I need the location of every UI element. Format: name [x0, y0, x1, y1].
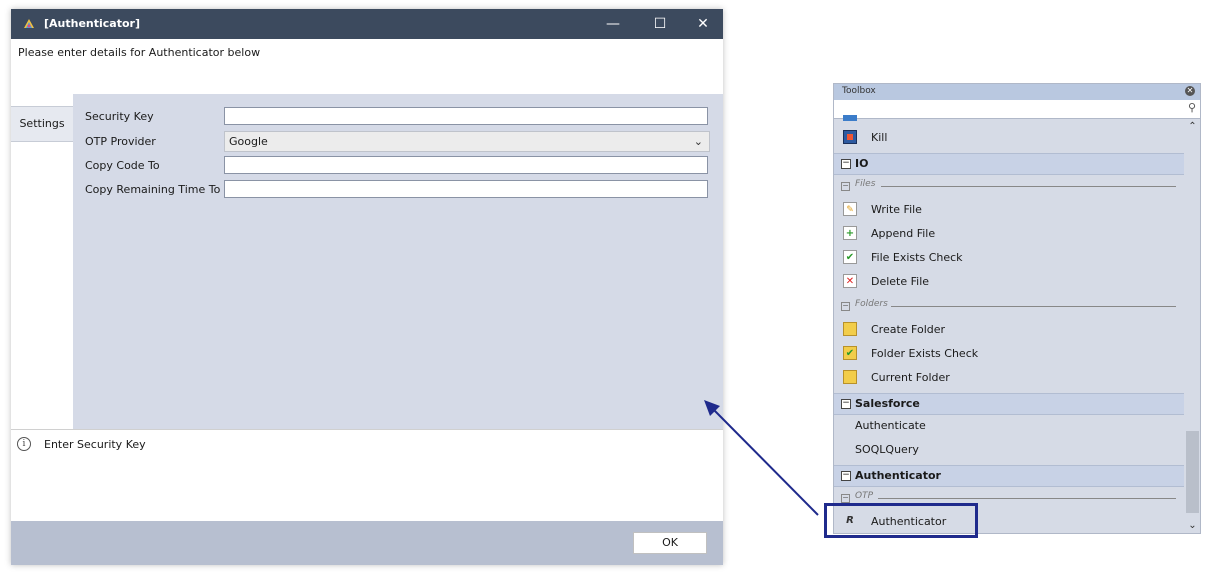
toolbox-item-file-exists-check[interactable]: ✔ File Exists Check	[834, 247, 1184, 269]
toolbox-item-folder-exists-check[interactable]: ✔ Folder Exists Check	[834, 343, 1184, 365]
settings-panel: Security Key OTP Provider Google ⌄ Copy …	[73, 94, 723, 429]
current-folder-icon	[843, 370, 857, 384]
intro-text: Please enter details for Authenticator b…	[18, 46, 261, 59]
toolbox-item-current-folder[interactable]: Current Folder	[834, 367, 1184, 389]
toolbox-item-delete-file[interactable]: ✕ Delete File	[834, 271, 1184, 293]
toolbox-panel: Toolbox ✕ ⚲ Kill − IO − Files ✎ Write Fi…	[833, 83, 1201, 534]
close-icon[interactable]: ✕	[1185, 86, 1195, 96]
create-folder-icon	[843, 322, 857, 336]
group-folders: − Folders	[834, 297, 1184, 315]
copy-remaining-time-to-label: Copy Remaining Time To	[85, 183, 221, 196]
toolbox-list: Kill − IO − Files ✎ Write File + Append …	[834, 115, 1184, 533]
divider	[891, 306, 1176, 307]
otp-provider-label: OTP Provider	[85, 135, 156, 148]
toolbox-item-label: Kill	[871, 131, 888, 144]
category-label: Salesforce	[855, 397, 920, 410]
file-exists-check-icon: ✔	[843, 250, 857, 264]
info-icon: i	[17, 437, 31, 451]
highlight-box	[824, 503, 978, 538]
toolbox-item-label: Folder Exists Check	[871, 347, 979, 360]
tab-strip: Settings	[11, 94, 74, 429]
category-io[interactable]: − IO	[834, 153, 1184, 175]
group-label: Files	[855, 179, 876, 189]
toolbox-title: Toolbox	[842, 86, 876, 96]
category-authenticator[interactable]: − Authenticator	[834, 465, 1184, 487]
toolbox-item-kill[interactable]: Kill	[834, 127, 1184, 149]
security-key-label: Security Key	[85, 110, 154, 123]
toolbox-item-write-file[interactable]: ✎ Write File	[834, 199, 1184, 221]
toolbox-header: Toolbox ✕	[834, 84, 1200, 100]
category-salesforce[interactable]: − Salesforce	[834, 393, 1184, 415]
app-logo-icon	[24, 19, 34, 28]
divider	[881, 186, 1176, 187]
divider	[878, 498, 1176, 499]
group-label: Folders	[855, 299, 888, 309]
authenticator-dialog: [Authenticator] — ☐ ✕ Please enter detai…	[11, 9, 723, 565]
toolbox-item-label: Authenticate	[855, 419, 926, 432]
collapse-icon[interactable]: −	[841, 302, 850, 311]
chevron-down-icon: ⌄	[693, 135, 703, 148]
group-label: OTP	[855, 491, 874, 501]
partial-item-icon	[843, 115, 857, 121]
ok-button[interactable]: OK	[633, 532, 707, 554]
collapse-icon[interactable]: −	[841, 399, 851, 409]
toolbox-item-append-file[interactable]: + Append File	[834, 223, 1184, 245]
kill-process-icon	[843, 130, 857, 144]
scrollbar-thumb[interactable]	[1186, 431, 1199, 513]
folder-exists-check-icon: ✔	[843, 346, 857, 360]
toolbox-item-label: File Exists Check	[871, 251, 963, 264]
list-item[interactable]	[834, 101, 1184, 123]
append-file-icon: +	[843, 226, 857, 240]
copy-code-to-label: Copy Code To	[85, 159, 160, 172]
otp-provider-value: Google	[229, 135, 268, 148]
close-button[interactable]: ✕	[681, 9, 725, 39]
group-files: − Files	[834, 177, 1184, 195]
chevron-down-icon[interactable]: ⌄	[1185, 518, 1200, 533]
toolbox-item-label: Append File	[871, 227, 936, 240]
dialog-footer: OK	[11, 521, 723, 565]
toolbox-item-label: Current Folder	[871, 371, 950, 384]
toolbox-item-label: Create Folder	[871, 323, 946, 336]
collapse-icon[interactable]: −	[841, 494, 850, 503]
toolbox-item-label: SOQLQuery	[855, 443, 919, 456]
copy-code-to-input[interactable]	[224, 156, 708, 174]
toolbox-item-label: Delete File	[871, 275, 930, 288]
info-area: i Enter Security Key	[11, 429, 723, 522]
toolbox-item-label: Write File	[871, 203, 922, 216]
window-title: [Authenticator]	[44, 17, 140, 30]
category-label: Authenticator	[855, 469, 941, 482]
otp-provider-select[interactable]: Google ⌄	[224, 131, 710, 152]
search-icon[interactable]: ⚲	[1188, 101, 1196, 114]
minimize-button[interactable]: —	[591, 9, 635, 39]
copy-remaining-time-to-input[interactable]	[224, 180, 708, 198]
info-text: Enter Security Key	[44, 438, 146, 451]
chevron-up-icon[interactable]: ⌃	[1185, 119, 1200, 135]
toolbox-item-authenticate[interactable]: Authenticate	[834, 415, 1184, 437]
toolbox-item-create-folder[interactable]: Create Folder	[834, 319, 1184, 341]
title-bar[interactable]: [Authenticator] — ☐ ✕	[11, 9, 723, 39]
tab-settings[interactable]: Settings	[11, 106, 73, 142]
category-label: IO	[855, 157, 869, 170]
toolbox-item-soqlquery[interactable]: SOQLQuery	[834, 439, 1184, 461]
collapse-icon[interactable]: −	[841, 182, 850, 191]
collapse-icon[interactable]: −	[841, 159, 851, 169]
maximize-button[interactable]: ☐	[638, 9, 682, 39]
delete-file-icon: ✕	[843, 274, 857, 288]
security-key-input[interactable]	[224, 107, 708, 125]
collapse-icon[interactable]: −	[841, 471, 851, 481]
toolbox-scrollbar[interactable]: ⌃ ⌄	[1185, 119, 1200, 533]
write-file-icon: ✎	[843, 202, 857, 216]
